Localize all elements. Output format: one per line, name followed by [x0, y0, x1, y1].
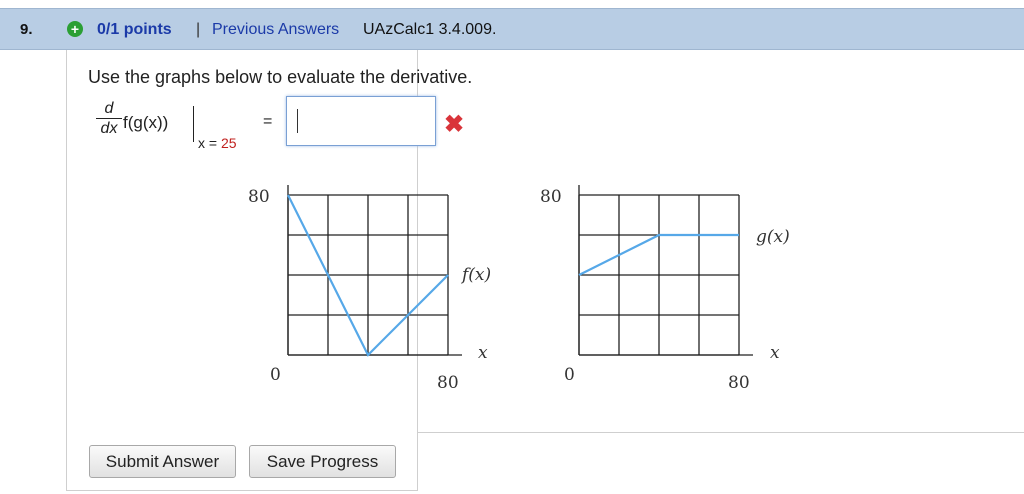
- x-tick-label: 80: [437, 373, 459, 393]
- x-tick-label: 0: [270, 365, 281, 385]
- y-tick-label: 80: [248, 187, 270, 207]
- x-tick-label: 80: [728, 373, 750, 393]
- x-tick-label: 0: [564, 365, 575, 385]
- series-label: f(x): [460, 265, 491, 285]
- submit-answer-button[interactable]: Submit Answer: [89, 445, 236, 478]
- x-axis-label: x: [478, 343, 488, 363]
- x-axis-label: x: [770, 343, 780, 363]
- series-label: g(x): [756, 227, 790, 247]
- graphs-area: f(x) 80 0 80 x g(x) 80 0 80 x: [248, 185, 790, 393]
- y-tick-label: 80: [540, 187, 562, 207]
- save-progress-button[interactable]: Save Progress: [249, 445, 396, 478]
